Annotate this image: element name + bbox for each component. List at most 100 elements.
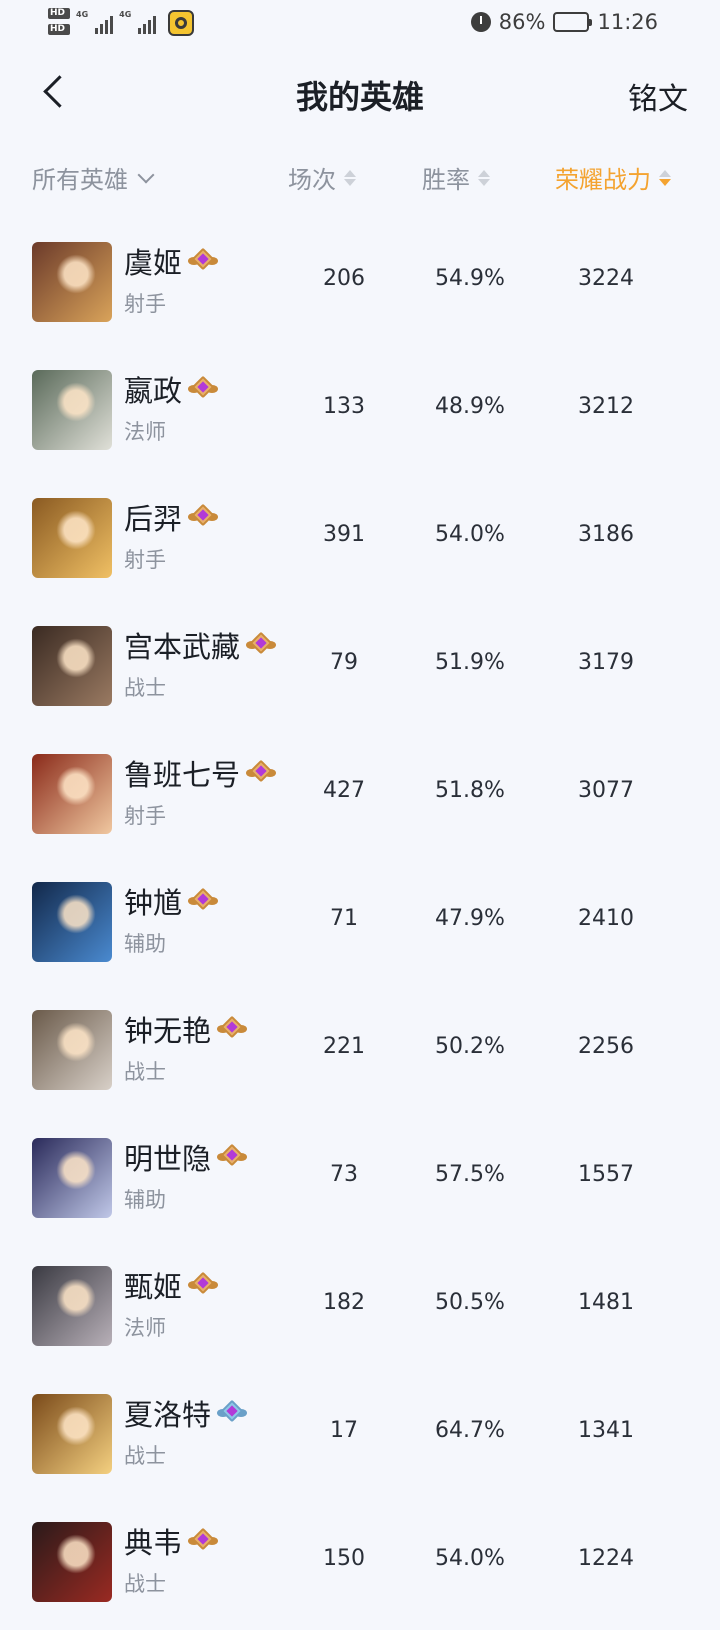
hero-games: 150: [323, 1546, 365, 1571]
hero-avatar[interactable]: [32, 1394, 112, 1474]
status-left: HD HD 4G 4G: [48, 6, 195, 36]
hero-power: 1341: [578, 1418, 634, 1443]
hero-name: 宫本武藏: [124, 630, 241, 664]
hero-row[interactable]: 钟无艳 战士 221 50.2% 2256: [0, 990, 720, 1118]
battery-percent: 86%: [498, 10, 546, 34]
hero-avatar[interactable]: [32, 626, 112, 706]
hero-power: 2410: [578, 906, 634, 931]
hero-row[interactable]: 甄姬 法师 182 50.5% 1481: [0, 1246, 720, 1374]
hero-filter-dropdown[interactable]: 所有英雄: [32, 160, 155, 195]
hero-row[interactable]: 虞姬 射手 206 54.9% 3224: [0, 222, 720, 350]
hero-win-rate: 50.2%: [435, 1034, 505, 1059]
alarm-icon: [470, 12, 491, 32]
hero-avatar[interactable]: [32, 1138, 112, 1218]
hero-avatar[interactable]: [32, 370, 112, 450]
hero-name-line: 钟馗: [124, 880, 219, 922]
hero-power: 3224: [578, 266, 634, 291]
hero-win-rate: 50.5%: [435, 1290, 505, 1315]
power-column-label: 荣耀战力: [555, 166, 651, 194]
hero-avatar[interactable]: [32, 1010, 112, 1090]
hero-win-rate: 54.0%: [435, 1546, 505, 1571]
proficiency-badge-icon: [188, 1271, 219, 1298]
hero-role: 战士: [124, 1572, 166, 1596]
hd-indicators: HD HD: [48, 7, 70, 35]
hero-row[interactable]: 夏洛特 战士 17 64.7% 1341: [0, 1374, 720, 1502]
sort-icon: [478, 169, 490, 186]
battery-icon: [553, 12, 593, 32]
column-header: 所有英雄 场次 胜率 荣耀战力: [0, 160, 720, 200]
sort-icon: [659, 169, 671, 186]
hero-row[interactable]: 后羿 射手 391 54.0% 3186: [0, 478, 720, 606]
hero-row[interactable]: 宫本武藏 战士 79 51.9% 3179: [0, 606, 720, 734]
hero-games: 79: [330, 650, 358, 675]
hero-games: 206: [323, 266, 365, 291]
hero-list: 虞姬 射手 206 54.9% 3224 嬴政 法师 133 48.9% 3212 后羿 射手 391 5…: [0, 222, 720, 1630]
hero-filter-label: 所有英雄: [32, 166, 128, 194]
chevron-down-icon: [137, 166, 155, 183]
proficiency-badge-icon: [188, 247, 219, 274]
hero-name: 钟馗: [124, 886, 183, 920]
hero-name-line: 钟无艳: [124, 1008, 248, 1050]
proficiency-badge-icon: [246, 759, 277, 786]
hero-row[interactable]: 明世隐 辅助 73 57.5% 1557: [0, 1118, 720, 1246]
hero-avatar[interactable]: [32, 754, 112, 834]
hero-role: 战士: [124, 1060, 166, 1084]
inscription-button[interactable]: 铭文: [628, 74, 688, 118]
hero-name: 甄姬: [124, 1270, 183, 1304]
hero-games: 221: [323, 1034, 365, 1059]
sort-win-rate-button[interactable]: 胜率: [422, 160, 490, 195]
hero-avatar[interactable]: [32, 1266, 112, 1346]
hero-name: 嬴政: [124, 374, 183, 408]
hero-power: 1557: [578, 1162, 634, 1187]
hero-row[interactable]: 嬴政 法师 133 48.9% 3212: [0, 350, 720, 478]
hero-name-line: 明世隐: [124, 1136, 248, 1178]
hero-name: 虞姬: [124, 246, 183, 280]
hero-role: 射手: [124, 292, 166, 316]
hero-games: 133: [323, 394, 365, 419]
hero-power: 3077: [578, 778, 634, 803]
hd-icon: HD: [48, 7, 70, 19]
proficiency-badge-icon: [246, 631, 277, 658]
hero-power: 3212: [578, 394, 634, 419]
hero-name: 典韦: [124, 1526, 183, 1560]
signal-icon: [138, 14, 157, 34]
hero-avatar[interactable]: [32, 242, 112, 322]
hero-name: 夏洛特: [124, 1398, 212, 1432]
hero-name: 鲁班七号: [124, 758, 241, 792]
hero-name-line: 后羿: [124, 496, 219, 538]
sort-power-button[interactable]: 荣耀战力: [555, 160, 671, 195]
proficiency-badge-icon: [217, 1143, 248, 1170]
hero-name: 钟无艳: [124, 1014, 212, 1048]
status-bar: HD HD 4G 4G 86% 11:26: [0, 0, 720, 50]
hero-games: 71: [330, 906, 358, 931]
page-title: 我的英雄: [295, 78, 424, 116]
sort-games-button[interactable]: 场次: [288, 160, 356, 195]
hero-games: 73: [330, 1162, 358, 1187]
hero-role: 战士: [124, 676, 166, 700]
hero-role: 法师: [124, 1316, 166, 1340]
signal-icon: [95, 14, 114, 34]
hero-games: 182: [323, 1290, 365, 1315]
hero-power: 3179: [578, 650, 634, 675]
hero-role: 射手: [124, 548, 166, 572]
app-header: 我的英雄 铭文: [0, 62, 720, 122]
hero-name-line: 宫本武藏: [124, 624, 277, 666]
hero-avatar[interactable]: [32, 882, 112, 962]
hero-row[interactable]: 鲁班七号射手 427 51.8% 3077: [0, 734, 720, 862]
hero-role: 战士: [124, 1444, 166, 1468]
proficiency-badge-icon: [188, 1527, 219, 1554]
hero-avatar[interactable]: [32, 498, 112, 578]
network-type: 4G: [76, 10, 89, 19]
hero-win-rate: 51.8%: [435, 778, 505, 803]
hero-games: 427: [323, 778, 365, 803]
hero-name-line: 夏洛特: [124, 1392, 248, 1434]
hero-avatar[interactable]: [32, 1522, 112, 1602]
hero-win-rate: 48.9%: [435, 394, 505, 419]
hero-name-line: 嬴政: [124, 368, 219, 410]
hero-name-line: 鲁班七号: [124, 752, 277, 794]
hero-role: 射手: [124, 804, 166, 828]
status-right: 86% 11:26: [470, 10, 658, 34]
hero-name-line: 典韦: [124, 1520, 219, 1562]
hero-row[interactable]: 典韦 战士 150 54.0% 1224: [0, 1502, 720, 1630]
hero-row[interactable]: 钟馗 辅助 71 47.9% 2410: [0, 862, 720, 990]
